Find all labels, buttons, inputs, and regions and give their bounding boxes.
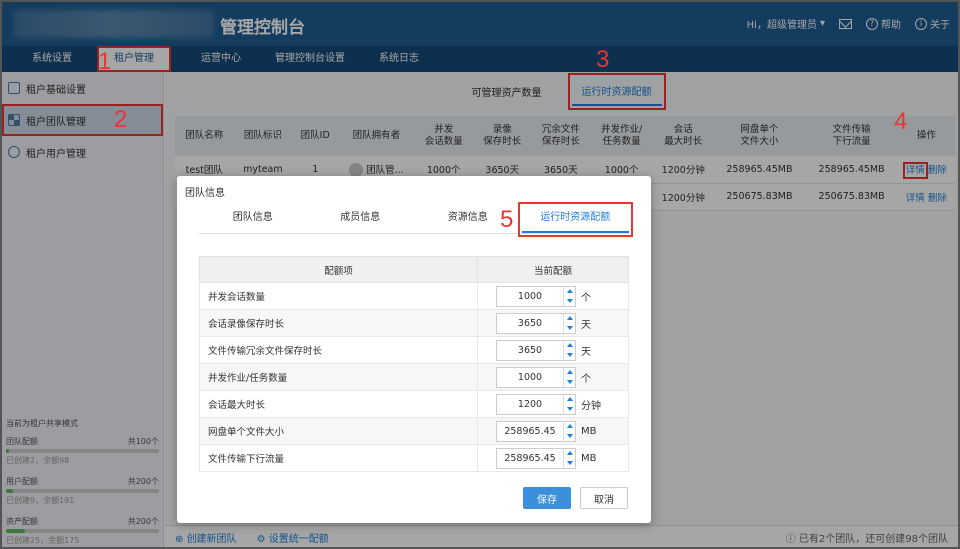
quota-item-name: 会话最大时长 [199, 390, 478, 418]
quota-stepper[interactable]: 258965.45 MB [496, 447, 597, 469]
quota-row: 文件传输下行流量 258965.45 MB [199, 444, 629, 472]
chevron-up-icon[interactable] [566, 343, 573, 348]
col-current-quota: 当前配额 [477, 256, 629, 283]
quota-value: 258965.45 [504, 425, 556, 437]
quota-input[interactable]: 1200 [496, 393, 576, 415]
quota-value: 258965.45 [504, 452, 556, 464]
chevron-down-icon[interactable] [566, 379, 573, 384]
quota-value: 1000 [517, 290, 543, 302]
quota-item-name: 文件传输下行流量 [199, 444, 478, 472]
tab-team-info[interactable]: 团队信息 [199, 206, 307, 233]
quota-unit: MB [581, 425, 597, 437]
quota-header-row: 配额项 当前配额 [199, 256, 629, 283]
quota-item-name: 文件传输冗余文件保存时长 [199, 336, 478, 364]
quota-stepper[interactable]: 3650 天 [496, 339, 591, 361]
quota-value: 1000 [517, 371, 543, 383]
quota-row: 并发会话数量 1000 个 [199, 282, 629, 310]
quota-row: 网盘单个文件大小 258965.45 MB [199, 417, 629, 445]
quota-value-cell: 258965.45 MB [477, 444, 629, 472]
dialog-title: 团队信息 [185, 188, 225, 199]
quota-value-cell: 1000 个 [477, 363, 629, 391]
quota-input[interactable]: 1000 [496, 285, 576, 307]
quota-value-cell: 258965.45 MB [477, 417, 629, 445]
team-info-dialog: 团队信息 团队信息 成员信息 资源信息 运行时资源配额 配额项 当前配额 并发会… [177, 176, 651, 523]
quota-row: 文件传输冗余文件保存时长 3650 天 [199, 336, 629, 364]
stepper-arrows[interactable] [563, 394, 575, 414]
step-marker: 2 [114, 106, 128, 133]
chevron-down-icon[interactable] [566, 433, 573, 438]
quota-value: 3650 [517, 344, 543, 356]
quota-input[interactable]: 258965.45 [496, 447, 576, 469]
quota-unit: 分钟 [581, 400, 601, 412]
quota-value-cell: 1200 分钟 [477, 390, 629, 418]
chevron-down-icon[interactable] [566, 352, 573, 357]
quota-stepper[interactable]: 3650 天 [496, 312, 591, 334]
quota-value-cell: 3650 天 [477, 336, 629, 364]
chevron-down-icon[interactable] [566, 460, 573, 465]
quota-table: 配额项 当前配额 并发会话数量 1000 个会话录像保存时长 3650 天文件传输冗余文… [199, 256, 629, 472]
step-marker: 5 [500, 206, 514, 233]
dialog-tabs: 团队信息 成员信息 资源信息 运行时资源配额 [199, 202, 633, 237]
quota-input[interactable]: 1000 [496, 366, 576, 388]
chevron-down-icon[interactable] [566, 298, 573, 303]
quota-unit: MB [581, 452, 597, 464]
quota-value-cell: 1000 个 [477, 282, 629, 310]
chevron-up-icon[interactable] [566, 397, 573, 402]
quota-unit: 天 [581, 346, 591, 358]
quota-stepper[interactable]: 258965.45 MB [496, 420, 597, 442]
app-window: 管理控制台 Hi，超级管理员 ▾ ? 帮助 i 关于 系统设置 租户管理 运营中心 管… [0, 0, 960, 549]
step-marker: 3 [596, 46, 610, 73]
stepper-arrows[interactable] [563, 367, 575, 387]
tab-member-info[interactable]: 成员信息 [307, 206, 415, 233]
quota-input[interactable]: 3650 [496, 312, 576, 334]
stepper-arrows[interactable] [563, 313, 575, 333]
chevron-up-icon[interactable] [566, 289, 573, 294]
quota-item-name: 并发作业/任务数量 [199, 363, 478, 391]
stepper-arrows[interactable] [563, 286, 575, 306]
quota-row: 会话最大时长 1200 分钟 [199, 390, 629, 418]
stepper-arrows[interactable] [563, 448, 575, 468]
chevron-up-icon[interactable] [566, 451, 573, 456]
step-marker: 4 [894, 108, 908, 135]
quota-stepper[interactable]: 1200 分钟 [496, 393, 601, 415]
quota-body: 并发会话数量 1000 个会话录像保存时长 3650 天文件传输冗余文件保存时长 3650… [199, 282, 629, 472]
quota-value: 1200 [517, 398, 543, 410]
chevron-up-icon[interactable] [566, 424, 573, 429]
chevron-up-icon[interactable] [566, 316, 573, 321]
stepper-arrows[interactable] [563, 340, 575, 360]
quota-value-cell: 3650 天 [477, 309, 629, 337]
quota-item-name: 网盘单个文件大小 [199, 417, 478, 445]
chevron-down-icon[interactable] [566, 325, 573, 330]
chevron-down-icon[interactable] [566, 406, 573, 411]
quota-item-name: 并发会话数量 [199, 282, 478, 310]
quota-value: 3650 [517, 317, 543, 329]
quota-stepper[interactable]: 1000 个 [496, 285, 591, 307]
save-button[interactable]: 保存 [523, 487, 571, 509]
cancel-button[interactable]: 取消 [580, 487, 628, 509]
quota-row: 并发作业/任务数量 1000 个 [199, 363, 629, 391]
quota-row: 会话录像保存时长 3650 天 [199, 309, 629, 337]
quota-unit: 天 [581, 319, 591, 331]
quota-unit: 个 [581, 373, 591, 385]
quota-item-name: 会话录像保存时长 [199, 309, 478, 337]
quota-input[interactable]: 258965.45 [496, 420, 576, 442]
tab-runtime-quota[interactable]: 运行时资源配额 [517, 202, 633, 237]
stepper-arrows[interactable] [563, 421, 575, 441]
chevron-up-icon[interactable] [566, 370, 573, 375]
quota-input[interactable]: 3650 [496, 339, 576, 361]
quota-stepper[interactable]: 1000 个 [496, 366, 591, 388]
quota-unit: 个 [581, 292, 591, 304]
step-marker: 1 [98, 48, 112, 75]
col-quota-item: 配额项 [199, 256, 478, 283]
